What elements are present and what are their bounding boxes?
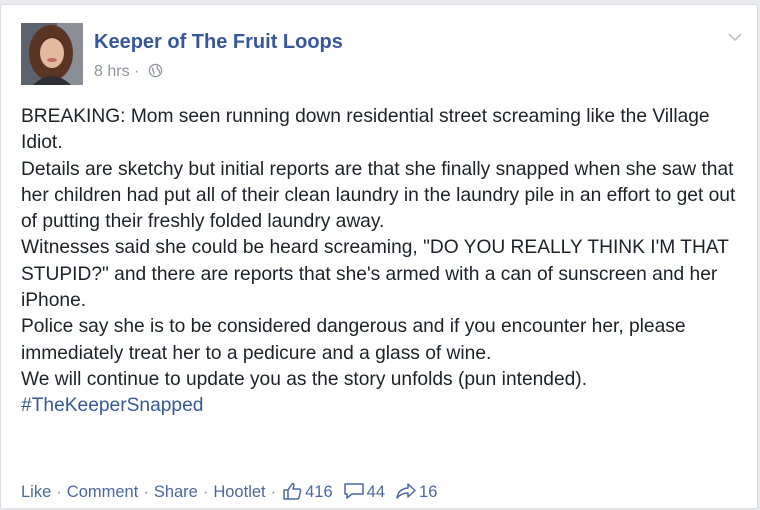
author-name[interactable]: Keeper of The Fruit Loops (94, 31, 343, 54)
post-paragraph: Witnesses said she could be heard scream… (21, 237, 729, 312)
comment-icon (343, 483, 364, 499)
action-separator: · (56, 483, 62, 501)
share-arrow-icon (396, 483, 416, 499)
post-card: Keeper of The Fruit Loops 8 hrs · BREAKI… (0, 4, 758, 509)
likes-count[interactable]: 416 (283, 482, 333, 502)
avatar-image (21, 23, 83, 85)
post-body: BREAKING: Mom seen running down resident… (21, 104, 743, 420)
action-separator: · (270, 483, 277, 501)
action-separator: · (143, 483, 149, 501)
action-separator: · (202, 483, 209, 501)
hashtag-link[interactable]: #TheKeeperSnapped (21, 395, 203, 416)
post-paragraph: BREAKING: Mom seen running down resident… (21, 106, 710, 154)
globe-icon[interactable] (148, 63, 163, 83)
share-button[interactable]: Share (154, 483, 198, 501)
meta-separator: · (134, 63, 140, 80)
hootlet-button[interactable]: Hootlet (213, 483, 265, 501)
post-paragraph: Police say she is to be considered dange… (21, 316, 686, 364)
shares-count[interactable]: 16 (395, 482, 437, 502)
like-button[interactable]: Like (21, 483, 51, 501)
comments-count[interactable]: 44 (343, 482, 385, 502)
chevron-down-icon[interactable] (727, 29, 743, 47)
post-meta: 8 hrs · (94, 63, 163, 83)
post-paragraph: We will continue to update you as the st… (21, 368, 588, 390)
comment-button[interactable]: Comment (67, 483, 139, 501)
shares-count-text: 16 (419, 483, 438, 501)
avatar[interactable] (21, 23, 83, 85)
action-bar: Like · Comment · Share · Hootlet · 416 44 16 (21, 482, 437, 502)
likes-count-text: 416 (305, 483, 333, 501)
post-paragraph: Details are sketchy but initial reports … (21, 158, 736, 233)
comments-count-text: 44 (366, 483, 386, 501)
thumbs-up-icon (283, 482, 302, 500)
post-timestamp[interactable]: 8 hrs (94, 63, 130, 80)
